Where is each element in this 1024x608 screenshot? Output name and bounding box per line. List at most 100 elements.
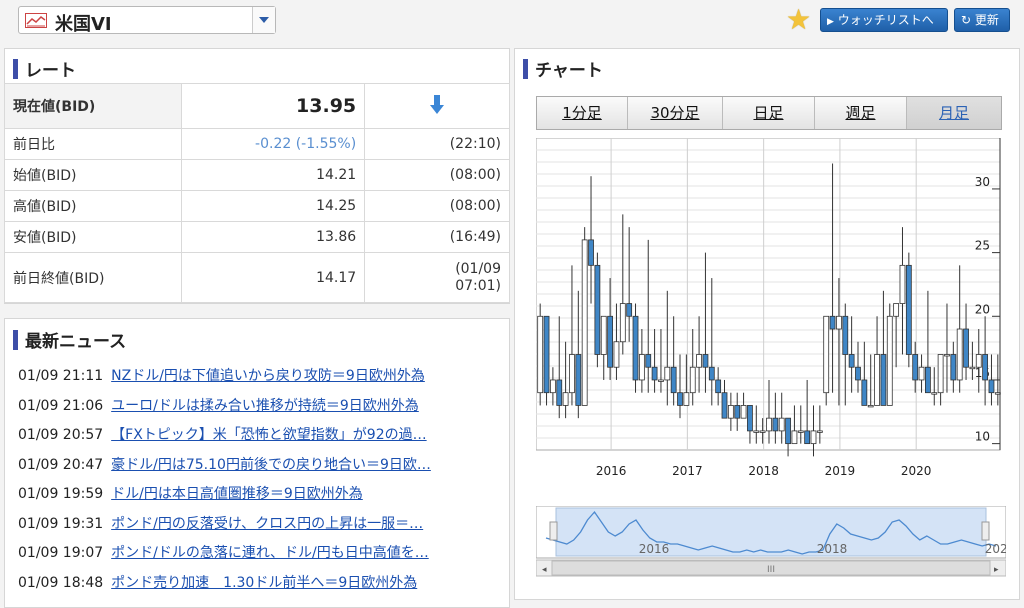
rate-time: (08:00) [364,159,510,191]
rate-table: 現在値(BID) 13.95 前日比 -0.22 (-1.55%) (22:10… [3,83,510,303]
chart-heading: チャート [523,56,603,81]
candle-body [569,354,575,394]
tab-daily[interactable]: 日足 [723,97,815,129]
candle-body [778,417,785,432]
candlestick-chart[interactable]: 201620172018201920201015202530 [536,138,1008,483]
rate-label: 前日終値(BID) [3,252,183,303]
candle-body [575,354,582,406]
down-arrow-icon [430,95,445,114]
news-link[interactable]: ポンド/円の反落受け、クロス円の上昇は一服＝… [111,516,423,532]
news-link[interactable]: 【FXトピック】米「恐怖と欲望指数」が92の過… [111,427,426,443]
candle-body [734,405,741,419]
candle-body [975,354,982,368]
candle-body [785,417,791,445]
candle-body [969,366,976,370]
rate-value: 13.95 [181,83,366,129]
candle-body [772,417,779,432]
candle-body [874,354,880,406]
candle-body [683,392,690,406]
news-time: 01/09 20:47 [18,456,104,473]
news-link[interactable]: ユーロ/ドルは揉み合い推移が持続＝9日欧州外為 [111,398,419,414]
rate-row: 安値(BID) 13.86 (16:49) [3,221,510,253]
candle-body [842,315,849,355]
candle-body [651,366,658,381]
news-item: 01/09 19:07 ポンド/ドルの急落に連れ、ドル/円も日中高値を… [18,542,488,572]
candle-body [944,354,950,357]
news-link[interactable]: 豪ドル/円は75.10円前後での戻り地合い＝9日欧… [111,457,431,473]
candle-body [982,354,989,381]
candle-body [759,430,766,433]
scroll-left-icon[interactable]: ◂ [542,565,547,575]
candle-body [696,354,702,368]
scroll-right-icon[interactable]: ▸ [994,565,999,575]
candle-body [607,315,613,368]
instrument-name: 米国VI [55,14,112,35]
x-tick-label: 2018 [748,464,779,478]
rate-label: 高値(BID) [3,190,183,222]
tab-monthly[interactable]: 月足 [907,97,1001,129]
news-item: 01/09 19:31 ポンド/円の反落受け、クロス円の上昇は一服＝… [18,513,488,543]
dropdown-toggle[interactable] [252,7,275,33]
rate-row: 前日終値(BID) 14.17 (01/09 07:01) [3,252,510,303]
rate-row: 高値(BID) 14.25 (08:00) [3,190,510,222]
favorite-star-icon[interactable]: ★ [786,6,811,34]
candle-body [950,354,957,381]
navigator-label: 2018 [817,542,848,556]
navigator-label: 2016 [639,542,670,556]
arrow-right-icon: ▶ [827,17,834,27]
candle-body [677,392,683,406]
news-link[interactable]: ポンド/ドルの急落に連れ、ドル/円も日中高値を… [111,545,429,561]
tab-weekly[interactable]: 週足 [815,97,907,129]
news-link[interactable]: ポンド売り加速 1.30ドル前半へ＝9日欧州外為 [111,575,417,591]
news-link[interactable]: ドル/円は本日高値圏推移＝9日欧州外為 [111,486,363,502]
candle-body [753,430,760,433]
candle-body [925,366,931,394]
rate-value: -0.22 (-1.55%) [181,128,366,160]
y-tick-label: 20 [975,302,990,316]
news-time: 01/09 19:31 [18,515,104,532]
navigator-selection[interactable] [555,507,987,557]
candle-body [886,315,893,406]
y-tick-label: 30 [975,175,990,189]
tab-1min[interactable]: 1分足 [537,97,628,129]
news-list: 01/09 21:11 NZドル/円は下値追いから戻り攻防＝9日欧州外為 01/09… [18,365,488,601]
news-time: 01/09 21:11 [18,368,104,384]
candle-body [912,354,919,381]
refresh-label: 更新 [974,13,999,27]
candle-body [689,366,696,394]
navigator-label: 2020 [985,542,1006,556]
candle-body [861,379,868,406]
navigator-right-handle[interactable] [981,521,990,541]
instrument-selector[interactable]: 米国VI [18,6,276,35]
candle-body [791,430,798,445]
candle-body [848,354,855,368]
rate-value: 14.25 [181,190,366,222]
news-time: 01/09 20:57 [18,427,104,443]
news-link[interactable]: NZドル/円は下値追いから戻り攻防＝9日欧州外為 [111,368,425,384]
candle-body [867,405,874,408]
candle-body [797,430,804,433]
navigator-left-handle[interactable] [549,521,558,541]
candle-body [715,379,722,394]
candle-body [632,315,639,381]
watchlist-button[interactable]: ▶ ウォッチリストへ [820,8,948,32]
x-tick-label: 2020 [901,464,932,478]
candle-body [708,366,715,381]
candle-body [804,430,811,445]
news-time: 01/09 18:48 [18,574,104,591]
range-navigator[interactable]: 2016 2018 2020 ◂ ▸ III [536,506,1006,578]
candle-body [836,315,842,330]
rate-direction [364,83,510,129]
news-heading: 最新ニュース [13,327,126,352]
chevron-down-icon [259,17,269,23]
news-time: 01/09 19:07 [18,545,104,561]
candle-body [626,303,633,317]
refresh-button[interactable]: ↻ 更新 [954,8,1010,32]
x-tick-label: 2017 [672,464,703,478]
rate-value: 14.21 [181,159,366,191]
refresh-icon: ↻ [961,13,972,27]
rate-label: 始値(BID) [3,159,183,191]
rate-heading: レート [13,56,76,81]
candle-body [740,405,747,419]
tab-30min[interactable]: 30分足 [628,97,723,129]
